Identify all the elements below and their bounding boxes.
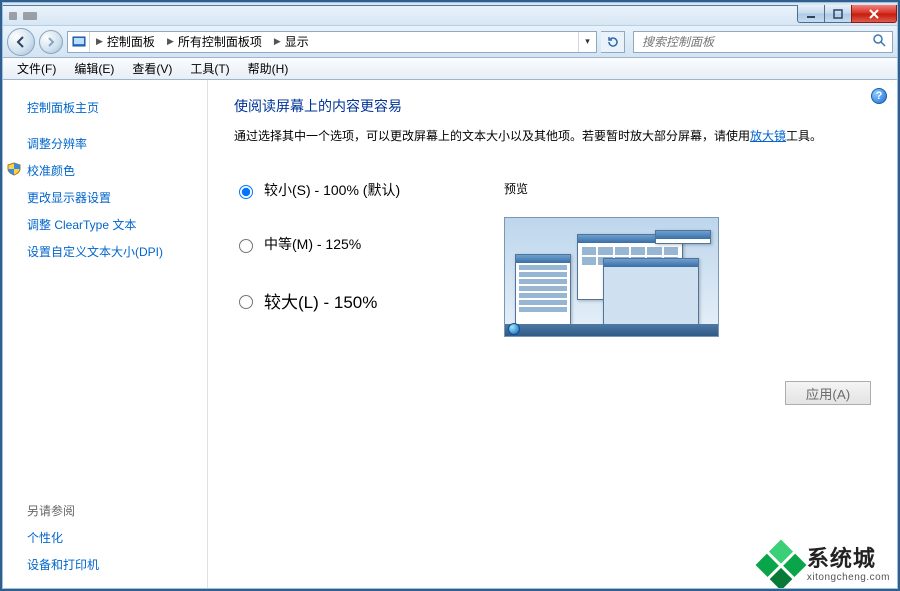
sidebar-link-cleartype[interactable]: 调整 ClearType 文本 bbox=[25, 211, 195, 238]
menu-bar: 文件(F) 编辑(E) 查看(V) 工具(T) 帮助(H) bbox=[2, 58, 898, 80]
breadcrumb-segment[interactable]: ▶所有控制面板项 bbox=[161, 32, 268, 52]
breadcrumb-segment[interactable]: ▶显示 bbox=[268, 32, 315, 52]
titlebar-indicator bbox=[23, 12, 37, 20]
help-icon[interactable]: ? bbox=[871, 88, 887, 104]
menu-tools[interactable]: 工具(T) bbox=[182, 58, 237, 79]
nav-forward-button[interactable] bbox=[39, 30, 63, 54]
menu-help[interactable]: 帮助(H) bbox=[240, 58, 297, 79]
page-title: 使阅读屏幕上的内容更容易 bbox=[234, 96, 871, 116]
menu-view[interactable]: 查看(V) bbox=[124, 58, 180, 79]
preview-label: 预览 bbox=[504, 180, 871, 197]
breadcrumb-label: 控制面板 bbox=[107, 33, 155, 50]
refresh-button[interactable] bbox=[601, 31, 625, 53]
option-smaller[interactable]: 较小(S) - 100% (默认) bbox=[234, 180, 474, 200]
menu-edit[interactable]: 编辑(E) bbox=[66, 58, 122, 79]
search-box[interactable] bbox=[633, 31, 893, 53]
nav-back-button[interactable] bbox=[7, 28, 35, 56]
apply-button[interactable]: 应用(A) bbox=[785, 381, 871, 405]
page-description: 通过选择其中一个选项，可以更改屏幕上的文本大小以及其他项。若要暂时放大部分屏幕，… bbox=[234, 126, 871, 146]
option-medium[interactable]: 中等(M) - 125% bbox=[234, 234, 474, 254]
search-input[interactable] bbox=[640, 34, 872, 50]
option-label: 较小(S) - 100% (默认) bbox=[264, 180, 400, 200]
option-label: 中等(M) - 125% bbox=[264, 234, 361, 254]
radio-larger[interactable] bbox=[239, 295, 253, 309]
content-pane: ? 使阅读屏幕上的内容更容易 通过选择其中一个选项，可以更改屏幕上的文本大小以及… bbox=[208, 80, 897, 588]
navigation-bar: ▶控制面板 ▶所有控制面板项 ▶显示 ▾ bbox=[2, 25, 898, 58]
sidebar-home-link[interactable]: 控制面板主页 bbox=[25, 94, 195, 130]
preview-image bbox=[504, 217, 719, 337]
radio-smaller[interactable] bbox=[239, 185, 253, 199]
desc-text: 工具。 bbox=[786, 129, 822, 143]
control-panel-icon bbox=[68, 32, 90, 52]
address-breadcrumb[interactable]: ▶控制面板 ▶所有控制面板项 ▶显示 ▾ bbox=[67, 31, 597, 53]
sidebar-link-dpi[interactable]: 设置自定义文本大小(DPI) bbox=[25, 238, 195, 265]
uac-shield-icon bbox=[7, 162, 21, 176]
radio-medium[interactable] bbox=[239, 239, 253, 253]
breadcrumb-label: 显示 bbox=[285, 33, 309, 50]
option-larger[interactable]: 较大(L) - 150% bbox=[234, 288, 474, 313]
sidebar-link-label: 校准颜色 bbox=[27, 164, 75, 178]
breadcrumb-segment[interactable]: ▶控制面板 bbox=[90, 32, 161, 52]
window-minimize-button[interactable] bbox=[797, 5, 825, 23]
menu-file[interactable]: 文件(F) bbox=[9, 58, 64, 79]
window-close-button[interactable] bbox=[851, 5, 897, 23]
search-icon[interactable] bbox=[872, 33, 886, 50]
sidebar-link-display-settings[interactable]: 更改显示器设置 bbox=[25, 184, 195, 211]
window-titlebar bbox=[2, 5, 898, 25]
sidebar-see-also-header: 另请参阅 bbox=[25, 497, 195, 524]
option-label: 较大(L) - 150% bbox=[264, 288, 377, 313]
window-maximize-button[interactable] bbox=[824, 5, 852, 23]
sidebar-link-calibrate[interactable]: 校准颜色 bbox=[25, 157, 195, 184]
desc-text: 通过选择其中一个选项，可以更改屏幕上的文本大小以及其他项。若要暂时放大部分屏幕，… bbox=[234, 129, 750, 143]
breadcrumb-label: 所有控制面板项 bbox=[178, 33, 262, 50]
breadcrumb-dropdown[interactable]: ▾ bbox=[578, 32, 596, 52]
sidebar-link-personalize[interactable]: 个性化 bbox=[25, 524, 195, 551]
sidebar: 控制面板主页 调整分辨率 校准颜色 更改显示器设置 调整 ClearType 文… bbox=[3, 80, 208, 588]
magnifier-link[interactable]: 放大镜 bbox=[750, 129, 786, 143]
sidebar-link-devices[interactable]: 设备和打印机 bbox=[25, 551, 195, 578]
sidebar-link-resolution[interactable]: 调整分辨率 bbox=[25, 130, 195, 157]
titlebar-indicator bbox=[9, 12, 17, 20]
